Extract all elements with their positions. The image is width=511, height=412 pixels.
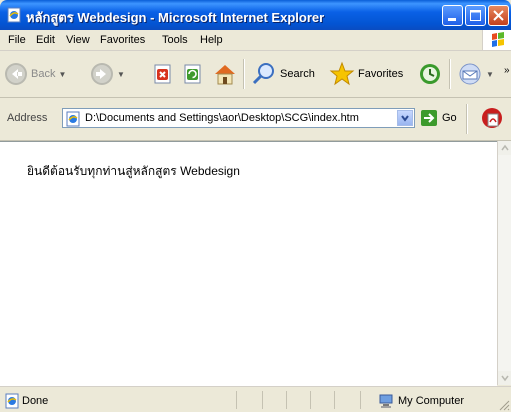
home-button[interactable] [212,57,238,91]
status-pane [236,391,237,409]
page-content: ยินดีต้อนรับทุกท่านสู่หลักสูตร Webdesign [0,141,497,386]
menu-bar: File Edit View Favorites Tools Help [0,30,511,51]
history-button[interactable] [417,57,443,91]
back-label: Back [31,68,56,80]
mail-icon [459,63,481,85]
status-pane [286,391,287,409]
maximize-icon [470,10,481,21]
address-value: D:\Documents and Settings\aor\Desktop\SC… [85,112,359,124]
mail-dropdown-icon[interactable]: ▼ [486,70,494,79]
go-arrow-icon [421,110,437,126]
menu-help[interactable]: Help [200,34,223,46]
standard-toolbar: Back ▼ ▼ Search Favorites ▼ » [0,51,511,98]
menu-tools[interactable]: Tools [162,34,188,46]
back-arrow-icon [5,63,27,85]
back-button[interactable]: Back ▼ [4,57,66,91]
menu-file[interactable]: File [8,34,26,46]
acrobat-icon[interactable] [480,106,504,133]
ie-page-icon [6,7,22,23]
history-icon [420,64,440,84]
status-text: Done [22,395,49,407]
search-label: Search [280,68,315,80]
menu-edit[interactable]: Edit [36,34,55,46]
status-pane [310,391,311,409]
go-button[interactable]: Go [420,109,457,127]
close-icon [493,10,504,21]
browser-window: หลักสูตร Webdesign - Microsoft Internet … [0,0,511,412]
done-page-icon [4,393,20,412]
toolbar-separator [466,104,468,134]
maximize-button[interactable] [465,5,486,26]
vertical-scrollbar[interactable] [497,141,511,385]
stop-button[interactable] [152,57,174,91]
welcome-text: ยินดีต้อนรับทุกท่านสู่หลักสูตร Webdesign [27,164,240,178]
scroll-down-button[interactable] [498,371,511,385]
address-bar: Address D:\Documents and Settings\aor\De… [0,98,511,141]
status-pane [360,391,361,409]
go-label: Go [442,112,457,124]
star-icon [329,61,355,86]
page-icon [65,111,81,130]
favorites-button[interactable]: Favorites [329,57,403,91]
forward-button[interactable]: ▼ [90,57,125,91]
mail-button[interactable]: ▼ [457,57,494,91]
refresh-icon [184,64,201,84]
security-zone: My Computer [398,395,465,407]
scroll-down-icon [501,375,509,382]
windows-logo-icon [482,30,511,50]
search-button[interactable]: Search [251,57,315,91]
menu-view[interactable]: View [66,34,90,46]
menu-favorites[interactable]: Favorites [100,34,145,46]
status-pane [334,391,335,409]
address-label: Address [7,112,48,124]
toolbar-separator [449,59,451,89]
back-dropdown-icon[interactable]: ▼ [58,70,66,79]
minimize-button[interactable] [442,5,463,26]
minimize-icon [448,18,456,21]
title-bar[interactable]: หลักสูตร Webdesign - Microsoft Internet … [0,0,511,30]
window-title: หลักสูตร Webdesign - Microsoft Internet … [26,10,325,25]
chevron-down-icon [401,115,409,122]
scroll-up-icon [501,144,509,151]
home-icon [215,65,235,85]
close-button[interactable] [488,5,509,26]
refresh-button[interactable] [182,57,204,91]
toolbar-overflow-icon[interactable]: » [504,65,510,76]
address-input[interactable]: D:\Documents and Settings\aor\Desktop\SC… [62,108,415,128]
toolbar-separator [243,59,245,89]
status-pane [262,391,263,409]
favorites-label: Favorites [358,68,404,80]
search-icon [252,63,274,85]
resize-grip-icon[interactable] [498,399,510,412]
forward-dropdown-icon[interactable]: ▼ [117,70,125,79]
address-dropdown-button[interactable] [397,110,413,126]
forward-arrow-icon [91,63,113,85]
my-computer-icon [378,393,394,412]
status-bar: Done My Computer [0,386,511,412]
scroll-up-button[interactable] [498,141,511,155]
stop-icon [154,64,171,84]
